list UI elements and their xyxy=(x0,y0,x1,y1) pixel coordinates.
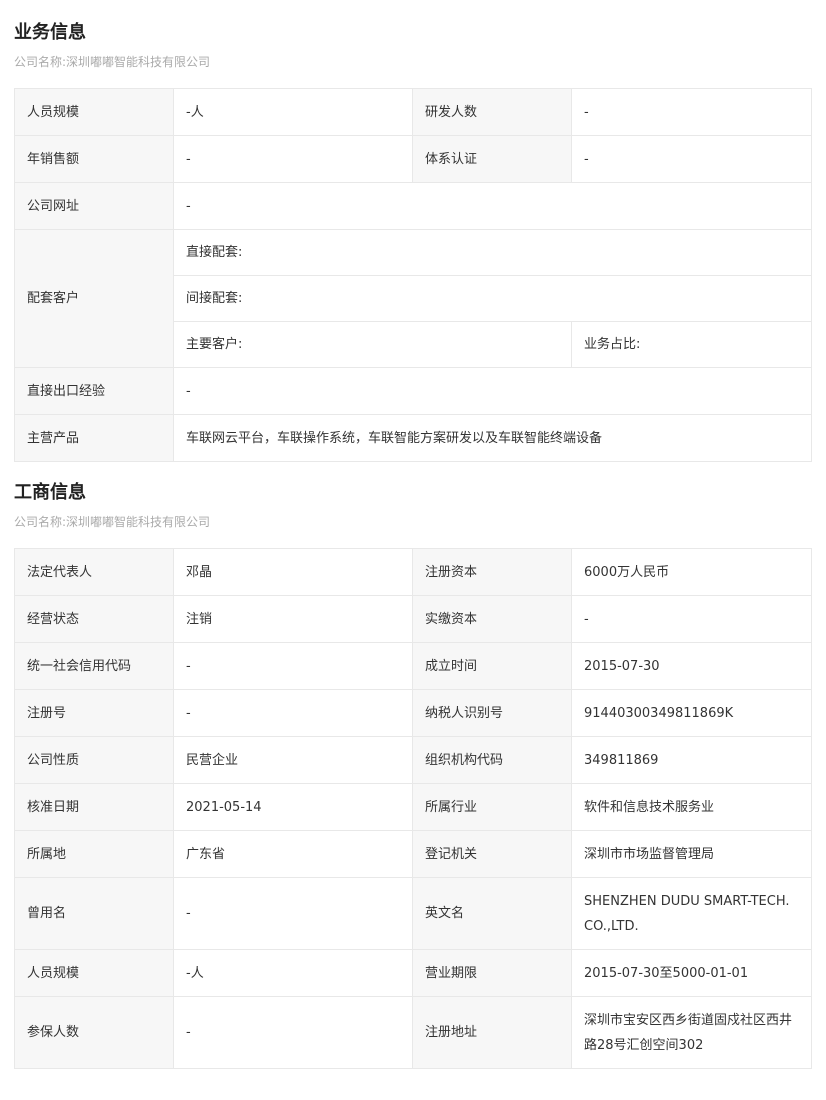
row-label: 法定代表人 xyxy=(14,548,174,596)
row-label: 登记机关 xyxy=(412,830,572,878)
row-value: 民营企业 xyxy=(173,736,413,784)
row-value: 2015-07-30 xyxy=(571,642,812,690)
rd-count-label: 研发人数 xyxy=(412,88,572,136)
main-products-label: 主营产品 xyxy=(14,414,174,462)
row-value: - xyxy=(173,642,413,690)
row-label: 组织机构代码 xyxy=(412,736,572,784)
staff-size-value: -人 xyxy=(173,88,413,136)
row-label: 曾用名 xyxy=(14,877,174,950)
row-label: 人员规模 xyxy=(14,949,174,997)
staff-size-label: 人员规模 xyxy=(14,88,174,136)
annual-sales-label: 年销售额 xyxy=(14,135,174,183)
table-row: 主营产品 车联网云平台，车联操作系统，车联智能方案研发以及车联智能终端设备 xyxy=(14,414,812,462)
table-row: 年销售额 - 体系认证 - xyxy=(14,135,812,183)
rd-count-value: - xyxy=(571,88,812,136)
business-info-title: 业务信息 xyxy=(14,22,86,43)
customers-label: 配套客户 xyxy=(14,229,174,368)
table-row: 核准日期 2021-05-14 所属行业 软件和信息技术服务业 xyxy=(14,783,812,831)
row-value: - xyxy=(173,689,413,737)
row-value: 6000万人民币 xyxy=(571,548,812,596)
row-value: 广东省 xyxy=(173,830,413,878)
certification-label: 体系认证 xyxy=(412,135,572,183)
row-label: 英文名 xyxy=(412,877,572,950)
table-row: 注册号 - 纳税人识别号 91440300349811869K xyxy=(14,689,812,737)
row-value: - xyxy=(173,877,413,950)
row-value: 2021-05-14 xyxy=(173,783,413,831)
table-row: 公司网址 - xyxy=(14,182,812,230)
row-value: 软件和信息技术服务业 xyxy=(571,783,812,831)
export-experience-label: 直接出口经验 xyxy=(14,367,174,415)
indirect-customers-label: 间接配套: xyxy=(173,275,812,322)
row-label: 注册地址 xyxy=(412,996,572,1069)
row-value: - xyxy=(571,595,812,643)
commerce-info-title: 工商信息 xyxy=(14,482,86,503)
row-value: 91440300349811869K xyxy=(571,689,812,737)
main-products-value: 车联网云平台，车联操作系统，车联智能方案研发以及车联智能终端设备 xyxy=(173,414,812,462)
row-label: 核准日期 xyxy=(14,783,174,831)
table-row: 公司性质 民营企业 组织机构代码 349811869 xyxy=(14,736,812,784)
row-label: 所属地 xyxy=(14,830,174,878)
table-row: 直接出口经验 - xyxy=(14,367,812,415)
table-row: 配套客户 直接配套: xyxy=(14,229,812,368)
table-row: 所属地 广东省 登记机关 深圳市市场监督管理局 xyxy=(14,830,812,878)
row-label: 成立时间 xyxy=(412,642,572,690)
business-info-table: 人员规模 -人 研发人数 - 年销售额 - 体系认证 - 公司网址 - 配套客户… xyxy=(14,88,812,462)
row-label: 公司性质 xyxy=(14,736,174,784)
direct-customers-label: 直接配套: xyxy=(173,229,812,276)
row-value: 注销 xyxy=(173,595,413,643)
row-label: 所属行业 xyxy=(412,783,572,831)
export-experience-value: - xyxy=(173,367,812,415)
website-value: - xyxy=(173,182,812,230)
row-value: 深圳市宝安区西乡街道固戍社区西井路28号汇创空间302 xyxy=(571,996,812,1069)
row-value: 2015-07-30至5000-01-01 xyxy=(571,949,812,997)
row-label: 经营状态 xyxy=(14,595,174,643)
row-label: 实缴资本 xyxy=(412,595,572,643)
row-value: 深圳市市场监督管理局 xyxy=(571,830,812,878)
main-customers-label: 主要客户: xyxy=(173,321,572,368)
row-label: 纳税人识别号 xyxy=(412,689,572,737)
business-company-name: 公司名称:深圳嘟嘟智能科技有限公司 xyxy=(14,55,211,69)
row-label: 注册资本 xyxy=(412,548,572,596)
business-share-label: 业务占比: xyxy=(571,321,812,368)
website-label: 公司网址 xyxy=(14,182,174,230)
annual-sales-value: - xyxy=(173,135,413,183)
row-label: 营业期限 xyxy=(412,949,572,997)
commerce-company-name: 公司名称:深圳嘟嘟智能科技有限公司 xyxy=(14,515,211,529)
table-row: 参保人数 - 注册地址 深圳市宝安区西乡街道固戍社区西井路28号汇创空间302 xyxy=(14,996,812,1069)
table-row: 经营状态 注销 实缴资本 - xyxy=(14,595,812,643)
row-value: SHENZHEN DUDU SMART-TECH. CO.,LTD. xyxy=(571,877,812,950)
row-value: 349811869 xyxy=(571,736,812,784)
commerce-info-table: 法定代表人 邓晶 注册资本 6000万人民币 经营状态 注销 实缴资本 - 统一社会信用代码 - 成… xyxy=(14,548,812,1069)
certification-value: - xyxy=(571,135,812,183)
row-label: 注册号 xyxy=(14,689,174,737)
table-row: 曾用名 - 英文名 SHENZHEN DUDU SMART-TECH. CO.,LTD… xyxy=(14,877,812,950)
table-row: 法定代表人 邓晶 注册资本 6000万人民币 xyxy=(14,548,812,596)
table-row: 人员规模 -人 营业期限 2015-07-30至5000-01-01 xyxy=(14,949,812,997)
row-label: 统一社会信用代码 xyxy=(14,642,174,690)
table-row: 统一社会信用代码 - 成立时间 2015-07-30 xyxy=(14,642,812,690)
table-row: 人员规模 -人 研发人数 - xyxy=(14,88,812,136)
row-value: - xyxy=(173,996,413,1069)
row-label: 参保人数 xyxy=(14,996,174,1069)
row-value: 邓晶 xyxy=(173,548,413,596)
row-value: -人 xyxy=(173,949,413,997)
